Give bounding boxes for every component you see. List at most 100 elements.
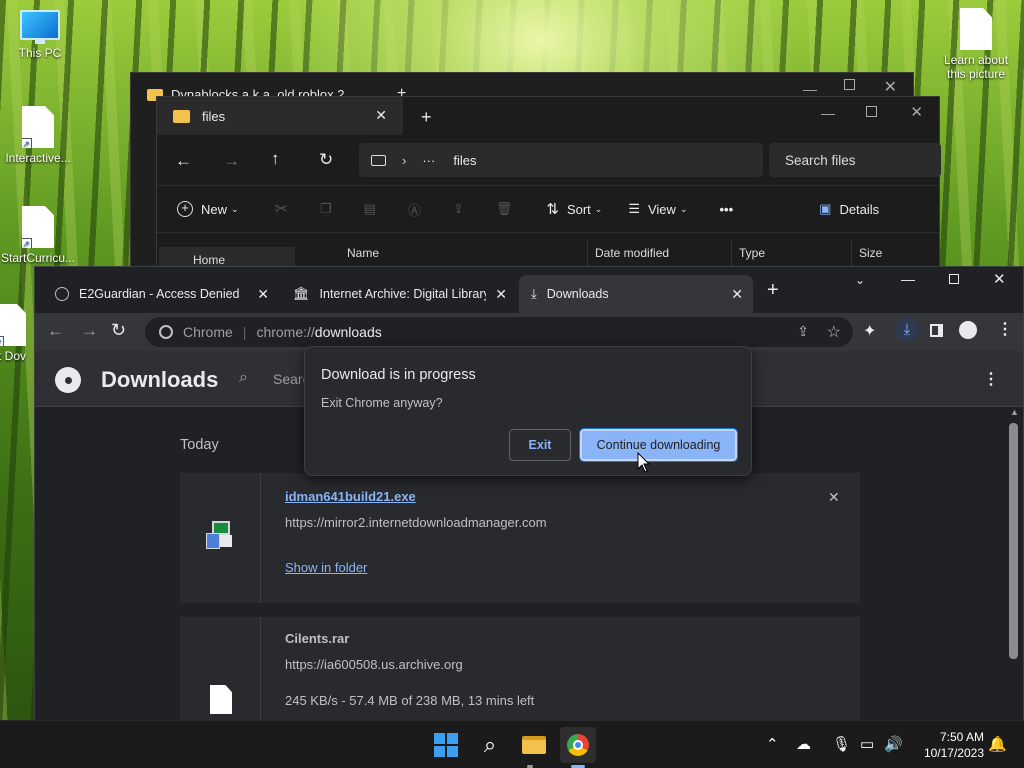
chrome-logo-icon [567,734,589,756]
close-tab-icon[interactable]: ✕ [731,286,743,303]
network-icon[interactable]: ▭ [860,735,874,753]
copy-icon[interactable]: ❐ [320,201,332,217]
onedrive-cloud-icon[interactable]: ☁ [796,735,811,753]
back-arrow-icon[interactable]: ← [175,151,192,171]
more-options-button[interactable]: ••• [719,202,733,217]
desktop-icon-interactive[interactable]: ↗ Interactive... [0,106,76,165]
column-header-date-modified[interactable]: Date modified [595,246,669,260]
new-tab-icon[interactable]: + [767,279,779,302]
download-filename-link[interactable]: idman641build21.exe [285,489,416,504]
chrome-menu-icon[interactable]: ⋮ [997,319,1013,339]
close-tab-icon[interactable]: ✕ [375,107,387,124]
column-header-type[interactable]: Type [739,246,765,260]
desktop-icon-label: StartCurricu... [0,251,75,265]
archive-icon: 🏛 [293,286,310,301]
forward-arrow-icon[interactable]: → [81,321,98,341]
minimize-icon[interactable]: — [803,81,817,97]
download-source-url[interactable]: https://ia600508.us.archive.org [285,657,463,672]
share-icon[interactable]: ⇪ [453,201,464,217]
close-icon[interactable]: ✕ [910,103,923,121]
scrollbar-thumb[interactable] [1009,423,1018,659]
bookmark-star-icon[interactable]: ☆ [827,322,841,342]
installer-disk [220,535,232,547]
show-in-folder-link[interactable]: Show in folder [285,560,367,575]
continue-downloading-button[interactable]: Continue downloading [579,428,738,462]
sort-button[interactable]: Sort [567,202,591,217]
tab-e2guardian[interactable]: E2Guardian - Access Denied ✕ [43,275,279,313]
close-tab-icon[interactable]: ✕ [495,286,507,303]
desktop-icon-this-pc[interactable]: This PC [2,10,78,60]
tab-internet-archive[interactable]: 🏛 Internet Archive: Digital Library ✕ [281,275,517,313]
downloads-menu-icon[interactable]: ⋮ [983,369,999,389]
explorer-tab-files[interactable]: files ✕ [157,97,403,135]
globe-icon [55,287,69,301]
rename-icon[interactable]: Ⓐ [408,200,421,219]
scroll-up-arrow-icon[interactable]: ▲ [1010,407,1019,417]
download-filename[interactable]: Cilents.rar [285,631,349,646]
details-icon: ▣ [819,201,832,216]
clock-time: 7:50 AM [939,730,984,744]
forward-arrow-icon[interactable]: → [223,151,240,171]
start-button[interactable] [428,727,464,763]
dialog-message: Exit Chrome anyway? [321,396,443,410]
chevron-down-icon: ⌄ [594,203,603,214]
microphone-icon[interactable]: 🎙 [832,735,851,753]
paste-icon[interactable]: ▤ [364,201,376,217]
download-progress-status: 245 KB/s - 57.4 MB of 238 MB, 13 mins le… [285,693,535,708]
chrome-window[interactable]: E2Guardian - Access Denied ✕ 🏛 Internet … [34,266,1024,721]
tab-downloads[interactable]: ⤓ Downloads ✕ [519,275,753,313]
file-explorer-taskbar-button[interactable] [516,727,552,763]
download-source-url[interactable]: https://mirror2.internetdownloadmanager.… [285,515,547,530]
ellipsis-icon[interactable]: ··· [422,153,435,168]
maximize-icon[interactable] [949,274,959,284]
maximize-icon[interactable] [866,106,877,117]
close-tab-icon[interactable]: ✕ [257,286,269,303]
new-tab-icon[interactable]: + [421,107,432,128]
search-files-input[interactable]: Search files [769,143,941,177]
explorer-window[interactable]: files ✕ + — ✕ ← → ↑ ↻ › ··· files Search… [156,96,941,272]
desktop-icon-learn-about-picture[interactable]: Learn about this picture [936,8,1016,81]
remove-download-icon[interactable]: ✕ [828,489,840,506]
close-icon[interactable]: ✕ [884,77,897,97]
side-panel-icon[interactable] [930,324,943,337]
download-indicator-icon[interactable]: ⤓ [895,318,919,342]
address-bar[interactable]: › ··· files [359,143,763,177]
cut-icon[interactable]: ✂ [275,199,288,219]
profile-avatar-icon[interactable] [959,321,977,339]
notifications-bell-icon[interactable]: 🔔 [988,735,1007,753]
monitor-icon [20,10,60,40]
omnibox-divider: | [242,324,247,340]
close-window-icon[interactable]: ✕ [993,270,1006,288]
maximize-icon[interactable] [844,79,855,90]
desktop-icon-partial[interactable]: ↗ Int Dov [0,304,34,363]
details-button[interactable]: Details [839,202,879,217]
exit-button[interactable]: Exit [509,429,571,461]
tab-title: Internet Archive: Digital Library [319,287,486,301]
search-icon[interactable]: ⌕ [472,727,508,763]
show-hidden-icons-chevron-icon[interactable]: ⌃ [766,735,779,753]
refresh-icon[interactable]: ↻ [319,150,333,170]
chevron-right-icon: › [402,152,407,168]
back-arrow-icon[interactable]: ← [47,321,64,341]
view-button[interactable]: View [648,202,676,217]
reload-icon[interactable]: ↻ [111,320,126,341]
clock[interactable]: 7:50 AM 10/17/2023 [912,729,984,761]
minimize-icon[interactable]: — [821,105,835,121]
volume-icon[interactable]: 🔊 [884,735,903,753]
desktop-icon-startcurriculum[interactable]: ↗ StartCurricu... [0,206,76,265]
scrollbar[interactable]: ▲ [1007,407,1019,721]
share-icon[interactable]: ⇪ [797,323,809,340]
desktop-icon-label: Int Dov [0,349,26,363]
tab-strip: E2Guardian - Access Denied ✕ 🏛 Internet … [35,267,1023,313]
delete-icon[interactable]: 🗑 [496,201,513,217]
new-button[interactable]: New [201,202,227,217]
up-arrow-icon[interactable]: ↑ [271,149,280,169]
column-header-name[interactable]: Name [347,246,379,260]
omnibox[interactable]: Chrome | chrome:// downloads ⇪ ☆ [145,317,853,347]
breadcrumb-current[interactable]: files [453,153,476,168]
column-header-size[interactable]: Size [859,246,882,260]
minimize-icon[interactable]: — [901,271,915,287]
tab-search-chevron-icon[interactable]: ⌄ [855,273,865,287]
chrome-taskbar-button[interactable] [560,727,596,763]
extensions-icon[interactable]: ✦ [863,321,876,341]
